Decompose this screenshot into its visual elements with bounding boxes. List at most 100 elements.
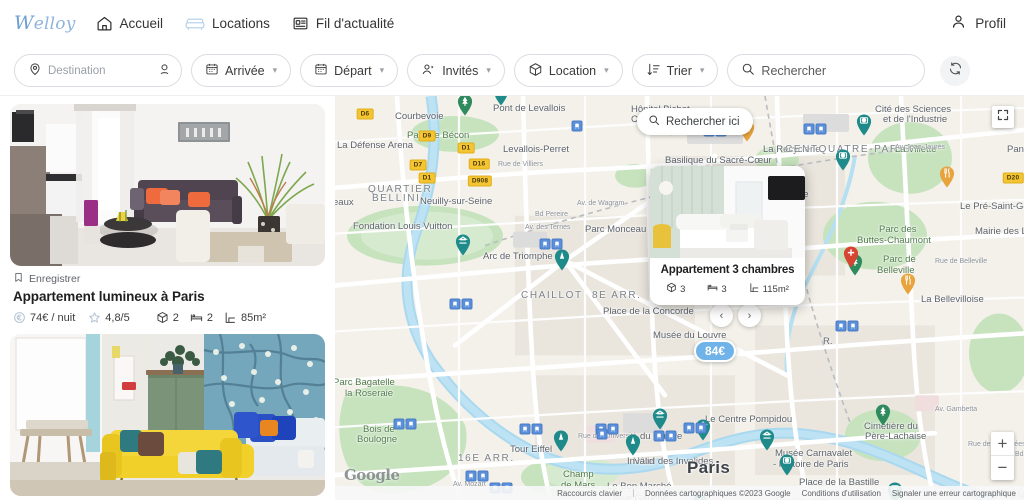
listing-rating: 4,8/5 (88, 311, 130, 324)
bed-icon (707, 282, 718, 296)
road-shield: D20 (1002, 172, 1024, 184)
popup-photo (650, 166, 805, 258)
depart-date-picker[interactable]: Départ ▾ (300, 54, 399, 87)
search-placeholder: Rechercher (761, 63, 827, 78)
map-transit-icon (519, 423, 543, 435)
bed-icon (190, 311, 203, 324)
listing-card[interactable] (10, 334, 325, 496)
listing-title[interactable]: Appartement lumineux à Paris (13, 289, 322, 304)
destination-placeholder: Destination (48, 64, 106, 77)
google-watermark: Google (344, 466, 400, 484)
keyboard-shortcuts-link[interactable]: Raccourcis clavier (557, 489, 622, 498)
star-icon (88, 311, 101, 324)
chevron-down-icon: ▾ (486, 65, 491, 75)
brand-logo[interactable]: WWelloyelloy (14, 12, 76, 34)
nav-item-accueil[interactable]: Accueil (96, 15, 164, 32)
zoom-out-button[interactable]: − (991, 456, 1014, 480)
road-shield: D9 (418, 130, 436, 142)
listing-meta: Enregistrer Appartement lumineux à Paris… (10, 266, 325, 324)
nav-item-locations-label: Locations (212, 15, 270, 31)
listing-rating-value: 4,8/5 (105, 311, 130, 324)
road-shield: D1 (418, 172, 436, 184)
carousel-prev-button[interactable]: ‹ (710, 304, 733, 327)
popup-surface: 115m² (749, 282, 789, 296)
road-shield: D6 (356, 108, 374, 120)
arrivee-date-picker[interactable]: Arrivée ▾ (191, 54, 292, 87)
map-panel[interactable]: Courbevoie Parc de Bécon La Défense Arena L… (335, 96, 1024, 500)
chevron-down-icon: ▾ (379, 65, 385, 75)
zoom-in-button[interactable]: + (991, 432, 1014, 456)
trier-selector[interactable]: Trier ▾ (631, 54, 719, 87)
listing-rooms-value: 2 (172, 311, 179, 324)
road-shield: D908 (467, 175, 493, 187)
map-transit-icon (539, 238, 563, 250)
footer-divider (633, 489, 634, 497)
listing-beds-value: 2 (206, 311, 213, 324)
refresh-icon (948, 61, 963, 81)
depart-label: Départ (334, 63, 372, 78)
filter-bar: Destination Arrivée ▾ Départ ▾ Invités ▾… (0, 46, 1024, 96)
save-listing-label: Enregistrer (29, 273, 81, 285)
road-shield: D16 (468, 158, 490, 170)
profile-label: Profil (975, 15, 1006, 31)
carousel-next-button[interactable]: › (738, 304, 761, 327)
map-transit-icon (571, 120, 583, 132)
locate-me-icon[interactable] (157, 62, 172, 80)
search-icon (648, 114, 660, 129)
invites-label: Invités (442, 63, 479, 78)
map-transit-icon (449, 298, 473, 310)
top-navigation-bar: WWelloyelloy Accueil (0, 0, 1024, 46)
listing-surface: 85m² (224, 311, 266, 324)
refresh-button[interactable] (940, 55, 971, 86)
calendar-icon (205, 62, 219, 79)
search-icon (741, 62, 755, 79)
fullscreen-button[interactable] (992, 106, 1014, 128)
map-listing-popup[interactable]: Appartement 3 chambres 3 3 115m² (650, 166, 805, 305)
listings-column[interactable]: Enregistrer Appartement lumineux à Paris… (0, 96, 335, 500)
calendar-icon (314, 62, 328, 79)
map-pin-icon (28, 62, 42, 79)
app-root: WWelloyelloy Accueil (0, 0, 1024, 500)
search-here-button[interactable]: Rechercher ici (637, 108, 753, 135)
content-area: Enregistrer Appartement lumineux à Paris… (0, 96, 1024, 500)
nav-item-fil-actualite[interactable]: Fil d'actualité (292, 15, 394, 32)
popup-beds-value: 3 (721, 283, 727, 295)
listing-photo[interactable] (10, 334, 325, 496)
listing-surface-value: 85m² (240, 311, 267, 324)
map-price-marker[interactable]: 84€ (693, 340, 737, 362)
sort-icon (646, 62, 661, 80)
nav-item-accueil-label: Accueil (119, 15, 164, 31)
popup-stats: 3 3 115m² (657, 282, 798, 296)
map-transit-icon (465, 470, 489, 482)
box-icon (666, 282, 677, 296)
trier-label: Trier (666, 63, 692, 78)
profile-button[interactable]: Profil (950, 13, 1006, 33)
chevron-down-icon: ▾ (699, 65, 705, 75)
listing-rooms: 2 (156, 311, 179, 324)
popup-beds: 3 (707, 282, 727, 296)
map-data-attribution: Données cartographiques ©2023 Google (645, 488, 791, 498)
popup-title[interactable]: Appartement 3 chambres (657, 264, 798, 276)
box-icon (156, 311, 169, 324)
terms-link[interactable]: Conditions d'utilisation (802, 489, 881, 498)
fullscreen-icon (997, 108, 1009, 126)
map-transit-icon (393, 418, 417, 430)
search-here-label: Rechercher ici (666, 115, 740, 128)
listing-price-value: 74€ / nuit (30, 311, 76, 324)
guests-icon (421, 62, 436, 80)
destination-input[interactable]: Destination (14, 54, 182, 87)
map-zoom-controls: + − (991, 432, 1014, 480)
popup-rooms: 3 (666, 282, 685, 296)
bookmark-icon (13, 272, 24, 286)
listing-card[interactable]: Enregistrer Appartement lumineux à Paris… (10, 104, 325, 324)
nav-item-locations[interactable]: Locations (185, 15, 270, 32)
location-type-selector[interactable]: Location ▾ (513, 54, 623, 87)
popup-carousel-controls: ‹ › (710, 304, 761, 327)
report-error-link[interactable]: Signaler une erreur cartographique (892, 489, 1016, 498)
save-listing-button[interactable]: Enregistrer (13, 272, 322, 286)
invites-selector[interactable]: Invités ▾ (407, 54, 505, 87)
chevron-down-icon: ▾ (272, 65, 278, 75)
sofa-icon (185, 15, 205, 32)
search-input[interactable]: Rechercher (727, 54, 926, 87)
listing-photo[interactable] (10, 104, 325, 266)
